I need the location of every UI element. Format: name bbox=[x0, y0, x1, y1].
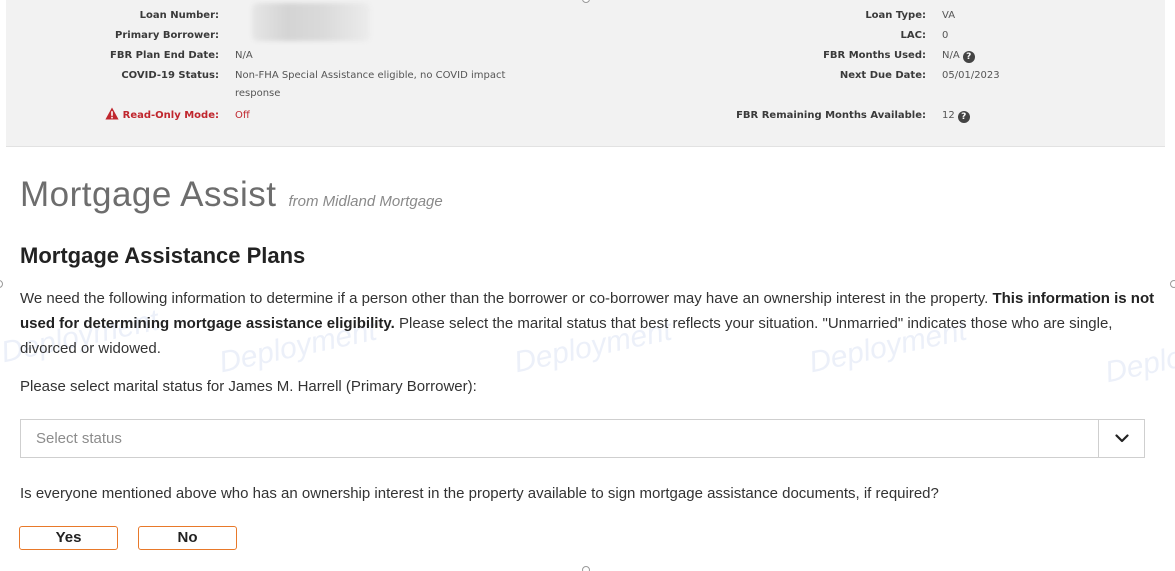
chevron-down-icon bbox=[1114, 434, 1129, 443]
brand-subtitle: from Midland Mortgage bbox=[288, 193, 443, 210]
loan-info-panel: Loan Number: Primary Borrower: FBR Plan … bbox=[6, 0, 1165, 147]
question-circle-icon[interactable]: ? bbox=[962, 51, 975, 63]
no-button[interactable]: No bbox=[138, 526, 237, 550]
lac-label: LAC: bbox=[900, 30, 926, 41]
fbr-months-used-value: N/A bbox=[942, 50, 960, 61]
fbr-months-used-row: FBR Months Used: N/A? bbox=[6, 46, 1092, 66]
intro-text-1: We need the following information to det… bbox=[20, 290, 993, 307]
next-due-date-label: Next Due Date: bbox=[839, 70, 926, 81]
lac-value: 0 bbox=[942, 30, 949, 41]
marital-status-prompt: Please select marital status for James M… bbox=[20, 378, 477, 395]
brand-header: Mortgage Assist from Midland Mortgage bbox=[20, 175, 443, 215]
loan-type-row: Loan Type: VA bbox=[6, 6, 1092, 26]
fbr-months-used-label: FBR Months Used: bbox=[823, 50, 926, 61]
resize-handle[interactable] bbox=[0, 280, 3, 288]
section-title: Mortgage Assistance Plans bbox=[20, 243, 306, 268]
loan-type-label: Loan Type: bbox=[865, 10, 926, 21]
marital-status-placeholder[interactable]: Select status bbox=[21, 420, 1098, 457]
brand-title: Mortgage Assist bbox=[20, 175, 277, 214]
resize-handle[interactable] bbox=[1170, 280, 1175, 288]
fbr-months-used-value-wrap: N/A? bbox=[942, 46, 1092, 66]
fbr-remaining-months-value-wrap: 12? bbox=[942, 106, 1092, 126]
next-due-date-row: Next Due Date: 05/01/2023 bbox=[6, 66, 1092, 86]
question-circle-icon[interactable]: ? bbox=[957, 111, 970, 123]
fbr-remaining-months-row: FBR Remaining Months Available: 12? bbox=[6, 106, 1092, 126]
dropdown-toggle[interactable] bbox=[1098, 420, 1144, 457]
signers-prompt: Is everyone mentioned above who has an o… bbox=[20, 485, 939, 502]
yes-button[interactable]: Yes bbox=[19, 526, 118, 550]
intro-paragraph: We need the following information to det… bbox=[20, 286, 1160, 361]
resize-handle[interactable] bbox=[582, 566, 590, 571]
loan-type-value: VA bbox=[942, 10, 956, 21]
fbr-remaining-months-value: 12 bbox=[942, 110, 955, 121]
lac-row: LAC: 0 bbox=[6, 26, 1092, 46]
next-due-date-value: 05/01/2023 bbox=[942, 70, 1000, 81]
marital-status-select[interactable]: Select status bbox=[20, 419, 1145, 458]
fbr-remaining-months-label: FBR Remaining Months Available: bbox=[736, 110, 926, 121]
